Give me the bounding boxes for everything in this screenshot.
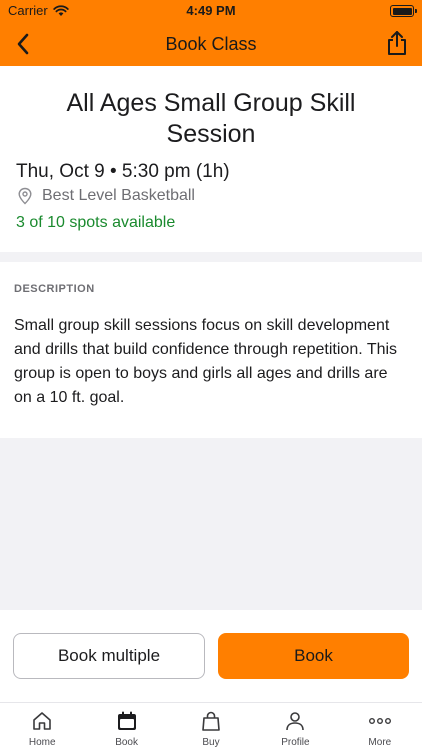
spots-available: 3 of 10 spots available <box>16 214 176 231</box>
status-bar: Carrier 4:49 PM <box>0 0 422 22</box>
tab-buy[interactable]: Buy <box>169 703 253 750</box>
class-title: All Ages Small Group Skill Session <box>66 89 356 148</box>
tab-profile[interactable]: Profile <box>253 703 337 750</box>
home-icon <box>29 708 55 734</box>
section-divider <box>0 252 422 262</box>
tab-bar: Home Book Buy Profile More <box>0 702 422 750</box>
class-header: All Ages Small Group Skill Session Thu, … <box>0 66 422 252</box>
class-datetime: Thu, Oct 9 • 5:30 pm (1h) <box>16 161 230 182</box>
battery-icon <box>390 5 417 17</box>
tab-label: Buy <box>202 737 220 748</box>
page-title: Book Class <box>165 34 257 54</box>
shopping-bag-icon <box>198 708 224 734</box>
status-time: 4:49 PM <box>186 3 236 18</box>
empty-content-area <box>0 438 422 610</box>
booking-actions: Book multiple Book <box>0 610 422 702</box>
tab-book[interactable]: Book <box>84 703 168 750</box>
description-section: DESCRIPTION Small group skill sessions f… <box>0 262 422 438</box>
tab-label: Home <box>28 737 56 748</box>
tab-home[interactable]: Home <box>0 703 84 750</box>
location-name: Best Level Basketball <box>42 187 195 204</box>
description-body: Small group skill sessions focus on skil… <box>14 317 398 406</box>
class-location[interactable]: Best Level Basketball <box>16 187 195 205</box>
share-icon <box>388 31 406 55</box>
calendar-icon <box>114 708 140 734</box>
share-button[interactable] <box>382 28 412 58</box>
person-icon <box>282 708 308 734</box>
tab-label: More <box>368 737 392 748</box>
book-multiple-button[interactable]: Book multiple <box>13 633 205 679</box>
tab-label: Profile <box>281 737 310 748</box>
navigation-bar: Book Class <box>0 22 422 66</box>
book-button[interactable]: Book <box>218 633 409 679</box>
location-pin-icon <box>16 187 34 205</box>
tab-more[interactable]: More <box>338 703 422 750</box>
tab-label: Book <box>115 737 138 748</box>
description-heading: DESCRIPTION <box>14 283 95 295</box>
more-dots-icon <box>367 708 393 734</box>
